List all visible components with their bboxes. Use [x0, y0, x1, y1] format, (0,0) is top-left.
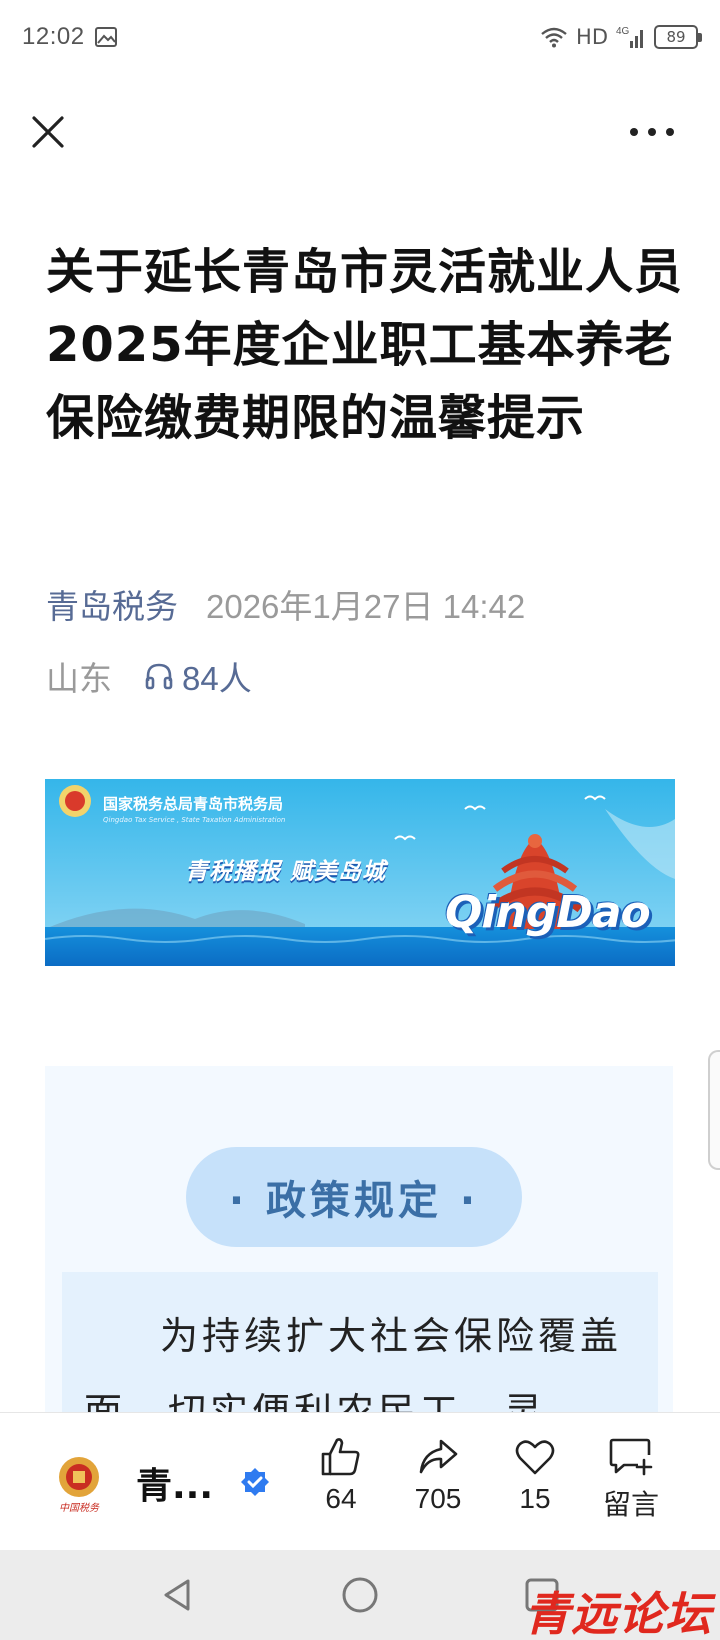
wifi-icon [541, 27, 567, 48]
network-type: HD [576, 25, 608, 49]
top-nav [0, 90, 720, 170]
bottom-action-bar: 中国税务 青... 64 705 15 留言 [0, 1412, 720, 1550]
side-float-tab[interactable] [708, 1050, 720, 1170]
banner-slogan: 青税播报 赋美岛城 [185, 859, 387, 885]
paragraph-box: 为持续扩大社会保险覆盖面，切实便利农民工、灵 [62, 1272, 658, 1420]
article-meta: 青岛税务 2026年1月27日 14:42 [46, 580, 525, 628]
listen-count: 84人 [182, 660, 252, 697]
article-title: 关于延长青岛市灵活就业人员2025年度企业职工基本养老保险缴费期限的温馨提示 [46, 244, 684, 446]
share-count: 705 [414, 1483, 462, 1514]
svg-text:中国税务: 中国税务 [59, 1502, 100, 1514]
paragraph-text: 为持续扩大社会保险覆盖面，切实便利农民工、灵 [84, 1314, 623, 1420]
battery-level: 89 [666, 28, 686, 46]
thumbs-up-icon [321, 1438, 360, 1476]
like-button[interactable]: 64 [296, 1435, 386, 1515]
verified-icon [241, 1468, 269, 1496]
battery-icon: 89 [654, 25, 702, 49]
content-card: · 政策规定 · 为持续扩大社会保险覆盖面，切实便利农民工、灵 [45, 1066, 673, 1420]
region-label: 山东 [46, 659, 112, 698]
like-count: 64 [325, 1483, 357, 1514]
account-name[interactable]: 青... [136, 1457, 213, 1509]
back-icon[interactable] [158, 1575, 198, 1615]
love-button[interactable]: 15 [490, 1435, 580, 1515]
banner-org-en: Qingdao Tax Service , State Taxation Adm… [103, 816, 286, 824]
account-link[interactable]: 青岛税务 [46, 580, 178, 628]
section-heading: · 政策规定 · [186, 1147, 522, 1247]
headphones-icon [145, 663, 173, 690]
love-count: 15 [519, 1483, 551, 1514]
status-bar: 12:02 HD 4G 89 [0, 0, 720, 74]
more-icon[interactable] [624, 110, 680, 154]
account-avatar[interactable]: 中国税务 [50, 1451, 108, 1515]
comment-label: 留言 [602, 1489, 659, 1520]
watermark-logo: 青远论坛 [524, 1587, 712, 1640]
home-icon[interactable] [340, 1575, 380, 1615]
banner-org-cn: 国家税务总局青岛市税务局 [103, 795, 284, 813]
publish-date: 2026年1月27日 14:42 [206, 588, 526, 625]
article-meta-secondary: 山东 84人 [46, 652, 252, 700]
status-right: HD 4G 89 [540, 25, 702, 49]
share-icon [419, 1439, 458, 1474]
heart-icon [515, 1440, 555, 1475]
status-left: 12:02 [22, 23, 117, 51]
banner-image: 国家税务总局青岛市税务局 Qingdao Tax Service , State… [45, 779, 675, 966]
close-icon[interactable] [26, 110, 70, 154]
status-time: 12:02 [22, 23, 85, 50]
comment-icon [609, 1438, 653, 1476]
banner-brand: QingDao [445, 887, 651, 938]
svg-text:4G: 4G [616, 26, 630, 37]
comment-button[interactable]: 留言 [586, 1435, 676, 1523]
share-button[interactable]: 705 [393, 1435, 483, 1515]
signal-icon: 4G [616, 26, 643, 48]
gallery-icon [94, 27, 117, 47]
listen-button[interactable]: 84人 [144, 652, 252, 700]
